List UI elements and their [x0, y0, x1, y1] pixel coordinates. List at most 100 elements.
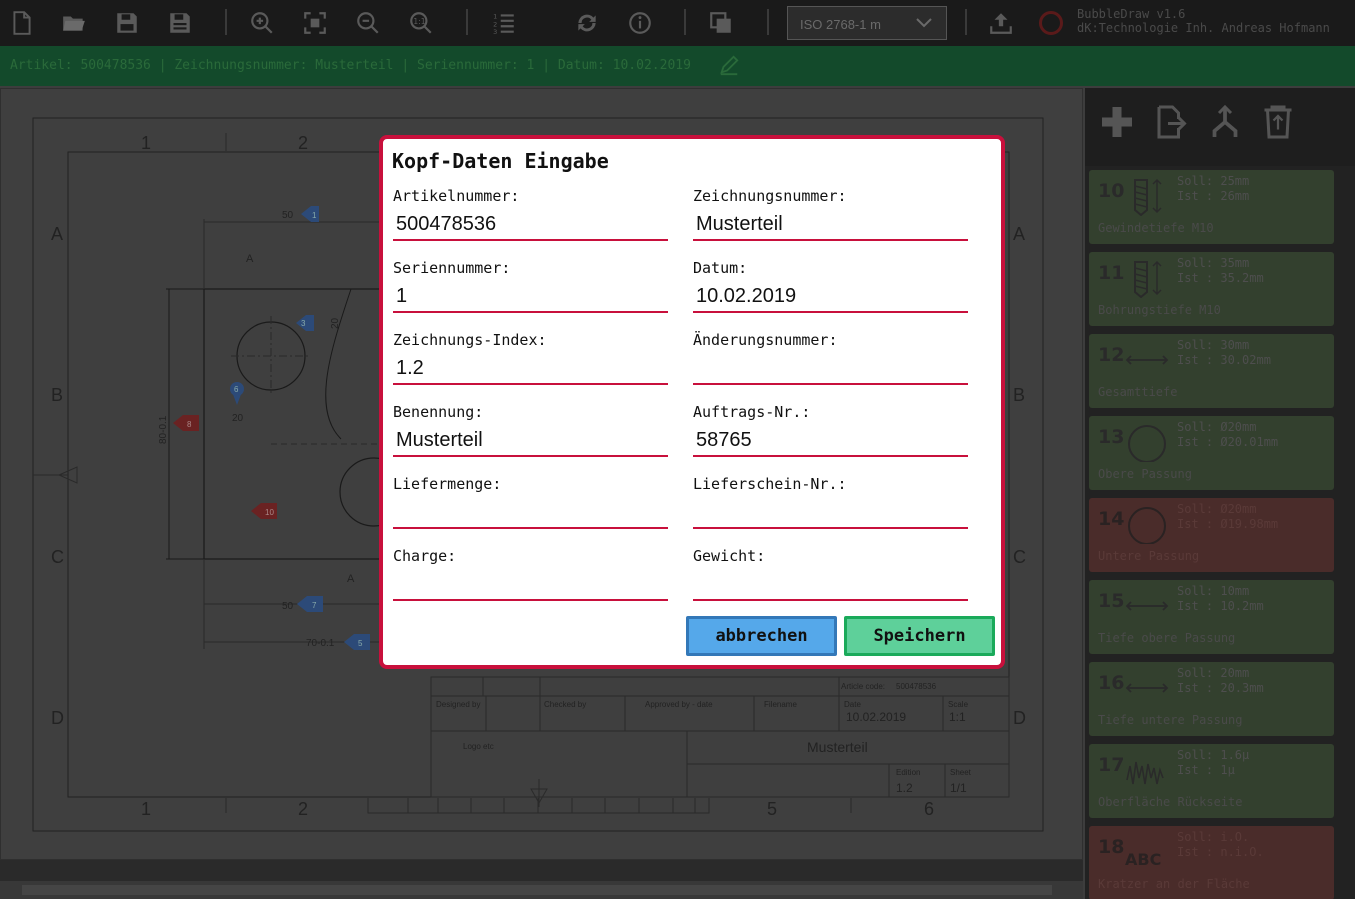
datum-input[interactable]: [693, 281, 968, 313]
logo-placeholder: Logo etc: [463, 742, 494, 751]
cancel-button[interactable]: abbrechen: [686, 616, 837, 656]
approved-by-label: Approved by - date: [645, 700, 713, 709]
item-ist: Ist : 1µ: [1177, 763, 1235, 777]
list-item[interactable]: 10 Soll: 25mm Ist : 26mm Gewindetiefe M1…: [1089, 170, 1334, 244]
item-ist: Ist : 35.2mm: [1177, 271, 1264, 285]
bubble-5[interactable]: 5: [344, 634, 370, 650]
brand-title: BubbleDraw v1.6: [1077, 7, 1186, 21]
scrollbar-thumb[interactable]: [22, 885, 1052, 895]
edit-pen-icon[interactable]: [718, 54, 740, 80]
copy-icon[interactable]: [706, 8, 736, 38]
toolbar-separator: [466, 9, 468, 35]
item-description: Bohrungstiefe M10: [1098, 303, 1221, 317]
item-soll: Soll: 1.6µ: [1177, 748, 1250, 762]
scale-label: Scale: [948, 700, 969, 709]
roughness-icon: [1126, 761, 1164, 785]
header-info-bar: Artikel: 500478536 | Zeichnungsnummer: M…: [0, 46, 1355, 86]
gewicht-input[interactable]: [693, 569, 968, 601]
row-label-b: B: [51, 385, 63, 405]
add-icon[interactable]: [1097, 102, 1137, 142]
new-file-icon[interactable]: [7, 8, 37, 38]
item-ist: Ist : 26mm: [1177, 189, 1250, 203]
item-description: Obere Passung: [1098, 467, 1192, 481]
list-item[interactable]: 18 ABC Soll: i.O. Ist : n.i.O. Kratzer a…: [1089, 826, 1334, 899]
col-label-2: 2: [298, 133, 308, 153]
info-icon[interactable]: [625, 8, 655, 38]
header-data-dialog: Kopf-Daten Eingabe Artikelnummer: Zeichn…: [379, 135, 1005, 669]
aenderungsnummer-input[interactable]: [693, 353, 968, 385]
toolbar-separator: [225, 9, 227, 35]
item-ist: Ist : Ø20.01mm: [1177, 435, 1279, 449]
item-description: Untere Passung: [1098, 549, 1200, 563]
delete-icon[interactable]: [1258, 102, 1298, 142]
measurement-sidebar: 10 Soll: 25mm Ist : 26mm Gewindetiefe M1…: [1085, 88, 1355, 899]
item-ist: Ist : Ø19.98mm: [1177, 517, 1279, 531]
liefermenge-input[interactable]: [393, 497, 668, 529]
zoom-reset-icon[interactable]: 1:1: [406, 8, 436, 38]
sheet-value: 1/1: [950, 781, 967, 795]
benennung-label: Benennung:: [393, 403, 484, 421]
main-toolbar: 1:1 123 ISO 2768-1 m BubbleDraw v1.6 dK:…: [0, 0, 1355, 46]
zeichnungsnummer-input[interactable]: [693, 209, 968, 241]
numbered-list-icon[interactable]: 123: [489, 8, 519, 38]
item-number: 12: [1098, 344, 1125, 366]
brand-logo-icon: [1039, 11, 1063, 35]
checked-by-label: Checked by: [544, 700, 586, 709]
list-item[interactable]: 14 Soll: Ø20mm Ist : Ø19.98mm Untere Pas…: [1089, 498, 1334, 572]
lieferschein-nr-input[interactable]: [693, 497, 968, 529]
charge-input[interactable]: [393, 569, 668, 601]
bubble-6[interactable]: 6: [230, 382, 244, 405]
open-folder-icon[interactable]: [59, 8, 89, 38]
split-icon[interactable]: [1205, 102, 1245, 142]
edition-label: Edition: [896, 768, 920, 777]
dim-20-horizontal: 20: [232, 413, 244, 424]
zoom-in-icon[interactable]: [247, 8, 277, 38]
list-item[interactable]: 13 Soll: Ø20mm Ist : Ø20.01mm Obere Pass…: [1089, 416, 1334, 490]
artikelnummer-input[interactable]: [393, 209, 668, 241]
bubble-1[interactable]: 1: [301, 206, 319, 222]
item-number: 13: [1098, 426, 1125, 448]
auftrags-nr-input[interactable]: [693, 425, 968, 457]
seriennummer-input[interactable]: [393, 281, 668, 313]
bubble-8[interactable]: 8: [173, 415, 199, 431]
bubble-7[interactable]: 7: [297, 596, 323, 612]
export-icon[interactable]: [1151, 102, 1191, 142]
horizontal-scrollbar[interactable]: [0, 881, 1083, 899]
list-item[interactable]: 15 Soll: 10mm Ist : 10.2mm Tiefe obere P…: [1089, 580, 1334, 654]
bubble-10[interactable]: 10: [251, 503, 277, 519]
upload-icon[interactable]: [986, 8, 1016, 38]
list-item[interactable]: 16 Soll: 20mm Ist : 20.3mm Tiefe untere …: [1089, 662, 1334, 736]
bubble-3[interactable]: 3: [296, 315, 314, 331]
col-label-1: 1: [141, 133, 151, 153]
zeichnungs-index-input[interactable]: [393, 353, 668, 385]
item-soll: Soll: i.O.: [1177, 830, 1250, 844]
tolerance-standard-select[interactable]: ISO 2768-1 m: [787, 6, 947, 40]
toolbar-separator: [767, 9, 769, 35]
artikelnummer-label: Artikelnummer:: [393, 187, 520, 205]
save-as-icon[interactable]: [165, 8, 195, 38]
list-item[interactable]: 12 Soll: 30mm Ist : 30.02mm Gesamttiefe: [1089, 334, 1334, 408]
item-number: 15: [1098, 590, 1125, 612]
item-ist: Ist : 10.2mm: [1177, 599, 1264, 613]
refresh-icon[interactable]: [572, 8, 602, 38]
article-code-label: Article code:: [841, 682, 885, 691]
row-label-a-right: A: [1013, 224, 1025, 244]
status-bar: [0, 860, 1083, 881]
datum-label: Datum:: [693, 259, 748, 277]
thread-icon: [1134, 178, 1162, 216]
list-item[interactable]: 11 Soll: 35mm Ist : 35.2mm Bohrungstiefe…: [1089, 252, 1334, 326]
list-item[interactable]: 17 Soll: 1.6µ Ist : 1µ Oberfläche Rückse…: [1089, 744, 1334, 818]
zoom-fit-icon[interactable]: [300, 8, 330, 38]
section-label: A: [246, 253, 254, 265]
dim-50-bottom: 50: [282, 601, 294, 612]
row-label-b-right: B: [1013, 385, 1025, 405]
item-soll: Soll: Ø20mm: [1177, 420, 1257, 434]
measurement-list[interactable]: 10 Soll: 25mm Ist : 26mm Gewindetiefe M1…: [1085, 168, 1355, 899]
benennung-input[interactable]: [393, 425, 668, 457]
save-icon[interactable]: [112, 8, 142, 38]
save-button[interactable]: Speichern: [844, 616, 995, 656]
toolbar-separator: [965, 9, 967, 35]
zoom-out-icon[interactable]: [353, 8, 383, 38]
svg-text:3: 3: [493, 28, 497, 36]
row-label-c-right: C: [1013, 547, 1026, 567]
